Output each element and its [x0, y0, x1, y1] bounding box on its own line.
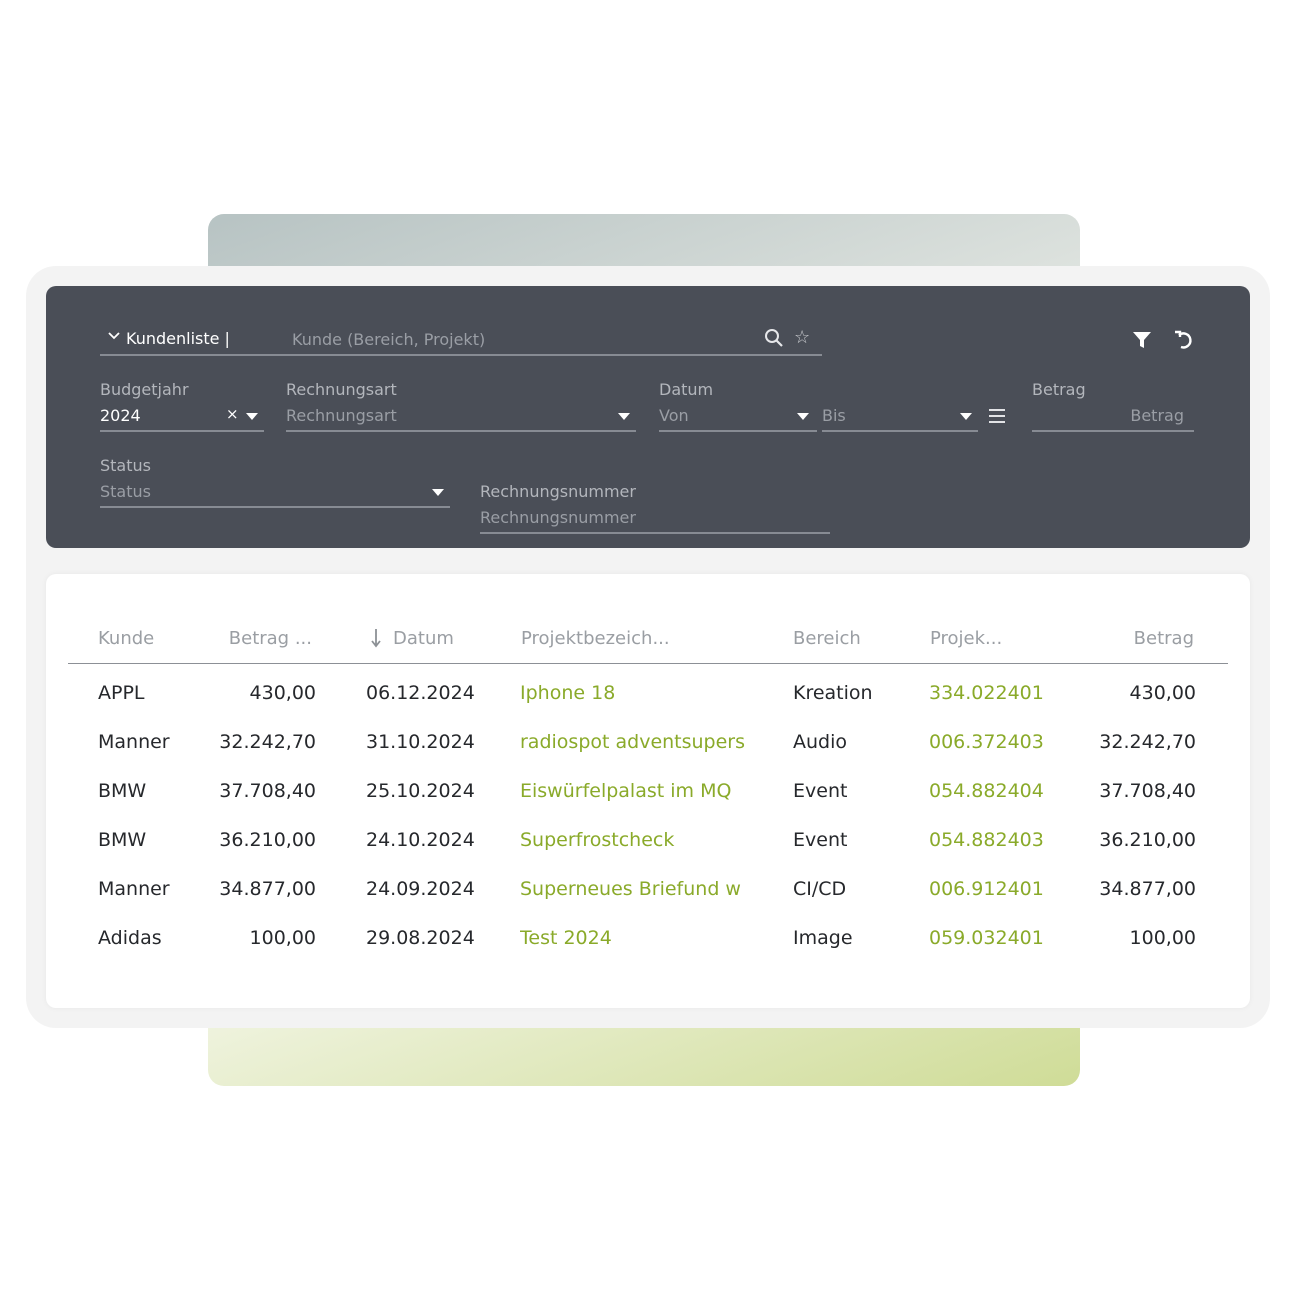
cell-projektbezeichnung[interactable]: Superfrostcheck: [520, 829, 756, 851]
cell-projektbezeichnung[interactable]: radiospot adventsupers: [520, 731, 756, 753]
budgetjahr-select[interactable]: 2024 ×: [100, 404, 264, 432]
cell-kunde: Manner: [98, 731, 170, 753]
cell-datum: 06.12.2024: [366, 682, 475, 704]
clear-icon[interactable]: ×: [226, 405, 239, 423]
cell-kunde: Manner: [98, 878, 170, 900]
star-icon[interactable]: ☆: [794, 327, 810, 348]
cell-betrag-2: 100,00: [1129, 927, 1196, 949]
list-icon[interactable]: [988, 408, 1006, 428]
cell-bereich: Audio: [793, 731, 848, 753]
cell-betrag-2: 37.708,40: [1099, 780, 1196, 802]
rechnungsart-label: Rechnungsart: [286, 380, 397, 399]
header-divider: [68, 663, 1228, 664]
column-header-projekt[interactable]: Projek...: [930, 628, 1002, 649]
table-row[interactable]: Manner 32.242,70 31.10.2024 radiospot adven…: [46, 731, 1250, 761]
cell-betrag: 430,00: [249, 682, 316, 704]
cell-bereich: CI/CD: [793, 878, 847, 900]
search-input[interactable]: Kunde (Bereich, Projekt): [292, 330, 485, 349]
cell-bereich: Image: [793, 927, 853, 949]
column-header-projektbezeichnung[interactable]: Projektbezeich...: [521, 628, 670, 649]
cell-betrag-2: 32.242,70: [1099, 731, 1196, 753]
results-table: Kunde Betrag ... Datum Projektbezeich...…: [46, 574, 1250, 1008]
table-row[interactable]: BMW 36.210,00 24.10.2024 Superfrostcheck Eve…: [46, 829, 1250, 859]
search-icon[interactable]: [764, 328, 784, 348]
cell-kunde: BMW: [98, 829, 147, 851]
table-row[interactable]: BMW 37.708,40 25.10.2024 Eiswürfelpalast im…: [46, 780, 1250, 810]
betrag-label: Betrag: [1032, 380, 1086, 399]
cell-projektbezeichnung[interactable]: Iphone 18: [520, 682, 756, 704]
sort-down-icon[interactable]: [370, 628, 382, 648]
betrag-placeholder: Betrag: [1130, 406, 1184, 425]
cell-kunde: Adidas: [98, 927, 162, 949]
rechnungsart-placeholder: Rechnungsart: [286, 406, 397, 425]
budgetjahr-label: Budgetjahr: [100, 380, 189, 399]
cell-betrag: 36.210,00: [219, 829, 316, 851]
cell-projektnummer[interactable]: 059.032401: [929, 927, 1069, 949]
budgetjahr-value: 2024: [100, 406, 141, 425]
status-select[interactable]: Status: [100, 480, 450, 508]
cell-projektnummer[interactable]: 054.882403: [929, 829, 1069, 851]
datum-from-select[interactable]: Von: [659, 404, 817, 432]
cell-betrag: 32.242,70: [219, 731, 316, 753]
rechnungsnummer-label: Rechnungsnummer: [480, 482, 636, 501]
status-placeholder: Status: [100, 482, 151, 501]
cell-datum: 25.10.2024: [366, 780, 475, 802]
caret-down-icon[interactable]: [960, 413, 972, 420]
cell-projektnummer[interactable]: 006.912401: [929, 878, 1069, 900]
table-row[interactable]: Manner 34.877,00 24.09.2024 Superneues Brie…: [46, 878, 1250, 908]
cell-projektbezeichnung[interactable]: Eiswürfelpalast im MQ: [520, 780, 756, 802]
list-name[interactable]: Kundenliste |: [126, 329, 230, 348]
cell-betrag: 34.877,00: [219, 878, 316, 900]
datum-to-select[interactable]: Bis: [822, 404, 978, 432]
rechnungsnummer-placeholder: Rechnungsnummer: [480, 508, 636, 527]
datum-to-placeholder: Bis: [822, 406, 846, 425]
cell-betrag: 37.708,40: [219, 780, 316, 802]
rechnungsnummer-input[interactable]: Rechnungsnummer: [480, 506, 830, 534]
filter-icon[interactable]: [1130, 328, 1154, 352]
cell-projektnummer[interactable]: 334.022401: [929, 682, 1069, 704]
column-header-datum[interactable]: Datum: [393, 628, 454, 649]
column-header-kunde[interactable]: Kunde: [98, 628, 154, 649]
cell-bereich: Event: [793, 780, 848, 802]
datum-label: Datum: [659, 380, 714, 399]
list-search-bar[interactable]: Kundenliste | Kunde (Bereich, Projekt) ☆: [100, 327, 822, 356]
cell-projektbezeichnung[interactable]: Test 2024: [520, 927, 756, 949]
cell-datum: 31.10.2024: [366, 731, 475, 753]
rechnungsart-select[interactable]: Rechnungsart: [286, 404, 636, 432]
cell-projektnummer[interactable]: 054.882404: [929, 780, 1069, 802]
betrag-input[interactable]: Betrag: [1032, 404, 1194, 432]
datum-from-placeholder: Von: [659, 406, 689, 425]
column-header-betrag-2[interactable]: Betrag: [1086, 628, 1194, 649]
cell-datum: 24.09.2024: [366, 878, 475, 900]
cell-bereich: Event: [793, 829, 848, 851]
caret-down-icon[interactable]: [618, 413, 630, 420]
column-header-betrag-1[interactable]: Betrag ...: [196, 628, 312, 649]
cell-projektbezeichnung[interactable]: Superneues Briefund w: [520, 878, 756, 900]
caret-down-icon[interactable]: [432, 489, 444, 496]
cell-projektnummer[interactable]: 006.372403: [929, 731, 1069, 753]
table-row[interactable]: Adidas 100,00 29.08.2024 Test 2024 Image 059.…: [46, 927, 1250, 957]
column-header-bereich[interactable]: Bereich: [793, 628, 861, 649]
status-label: Status: [100, 456, 151, 475]
chevron-down-icon[interactable]: [108, 330, 120, 345]
cell-datum: 24.10.2024: [366, 829, 475, 851]
caret-down-icon[interactable]: [797, 413, 809, 420]
filter-panel: Kundenliste | Kunde (Bereich, Projekt) ☆…: [46, 286, 1250, 548]
cell-bereich: Kreation: [793, 682, 873, 704]
caret-down-icon[interactable]: [246, 413, 258, 420]
cell-kunde: APPL: [98, 682, 145, 704]
cell-betrag-2: 36.210,00: [1099, 829, 1196, 851]
cell-kunde: BMW: [98, 780, 147, 802]
cell-betrag-2: 34.877,00: [1099, 878, 1196, 900]
reset-icon[interactable]: [1172, 328, 1196, 352]
cell-datum: 29.08.2024: [366, 927, 475, 949]
table-row[interactable]: APPL 430,00 06.12.2024 Iphone 18 Kreation 334…: [46, 682, 1250, 712]
cell-betrag-2: 430,00: [1129, 682, 1196, 704]
cell-betrag: 100,00: [249, 927, 316, 949]
